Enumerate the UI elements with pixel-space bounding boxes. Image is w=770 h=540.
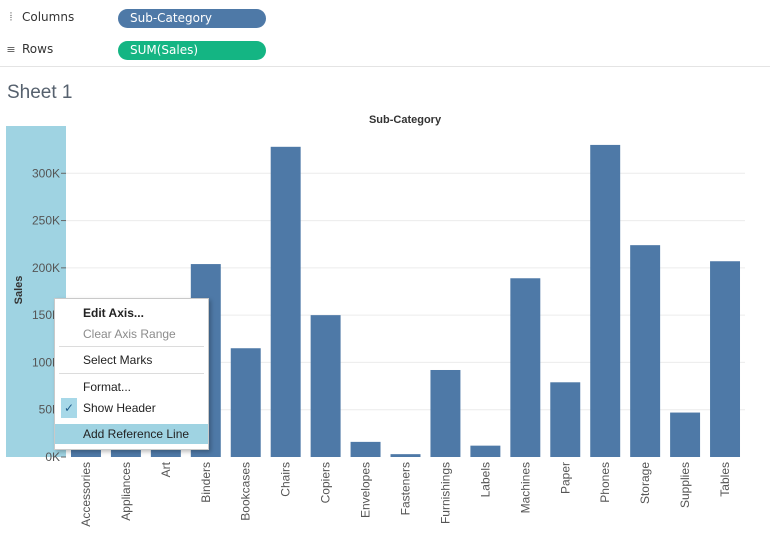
bar [430,369,461,457]
bar [670,412,701,457]
bar [350,441,381,457]
x-tick-label: Fasteners [399,462,413,515]
bar [390,454,421,457]
menu-item-label: Show Header [83,401,156,415]
bar [590,144,621,457]
y-tick-label: 0K [45,450,60,464]
x-tick-label: Appliances [119,462,133,521]
y-tick-label: 300K [32,166,60,180]
y-tick-label: 250K [32,214,60,228]
chart-title: Sub-Category [369,114,442,126]
x-tick-label: Machines [518,462,532,513]
bar [470,445,501,457]
x-tick-label: Chairs [279,462,293,497]
bar [310,315,341,457]
menu-item-label: Select Marks [83,353,153,367]
x-tick-label: Accessories [79,462,93,527]
menu-item-label: Format... [83,380,132,394]
bar-chart: 0K50K100K150K200K250K300KSub-CategoryAcc… [6,114,745,527]
bar [270,146,301,457]
menu-item-clear-axis-range: Clear Axis Range [55,324,208,344]
menu-item-select-marks[interactable]: Select Marks [55,350,208,370]
x-tick-label: Labels [478,462,492,497]
x-tick-label: Envelopes [359,462,373,518]
y-axis-title[interactable]: Sales [7,260,31,320]
x-tick-label: Paper [558,462,572,494]
menu-item-label: Edit Axis... [83,306,144,320]
menu-item-show-header[interactable]: ✓ Show Header [55,398,208,418]
menu-item-label: Clear Axis Range [83,327,176,341]
bar [630,245,661,457]
x-tick-label: Bookcases [239,462,253,521]
x-tick-label: Tables [718,462,732,497]
menu-item-add-reference-line[interactable]: Add Reference Line [55,424,208,444]
bar [710,261,741,457]
x-tick-label: Supplies [678,462,692,508]
x-tick-label: Copiers [319,462,333,503]
bar [230,348,261,457]
y-axis-title-text: Sales [13,275,25,305]
y-tick-label: 200K [32,261,60,275]
axis-context-menu: Edit Axis... Clear Axis Range Select Mar… [54,298,209,450]
bar [510,278,541,457]
x-tick-label: Storage [638,462,652,504]
menu-separator [59,373,204,374]
x-tick-label: Art [159,461,173,477]
x-tick-label: Binders [199,462,213,503]
x-tick-label: Phones [598,462,612,503]
menu-item-edit-axis[interactable]: Edit Axis... [55,303,208,323]
menu-item-format[interactable]: Format... [55,377,208,397]
menu-item-label: Add Reference Line [83,427,190,441]
bar [550,382,581,457]
menu-separator [59,346,204,347]
x-tick-label: Furnishings [438,462,452,524]
checkmark-icon: ✓ [61,398,77,418]
